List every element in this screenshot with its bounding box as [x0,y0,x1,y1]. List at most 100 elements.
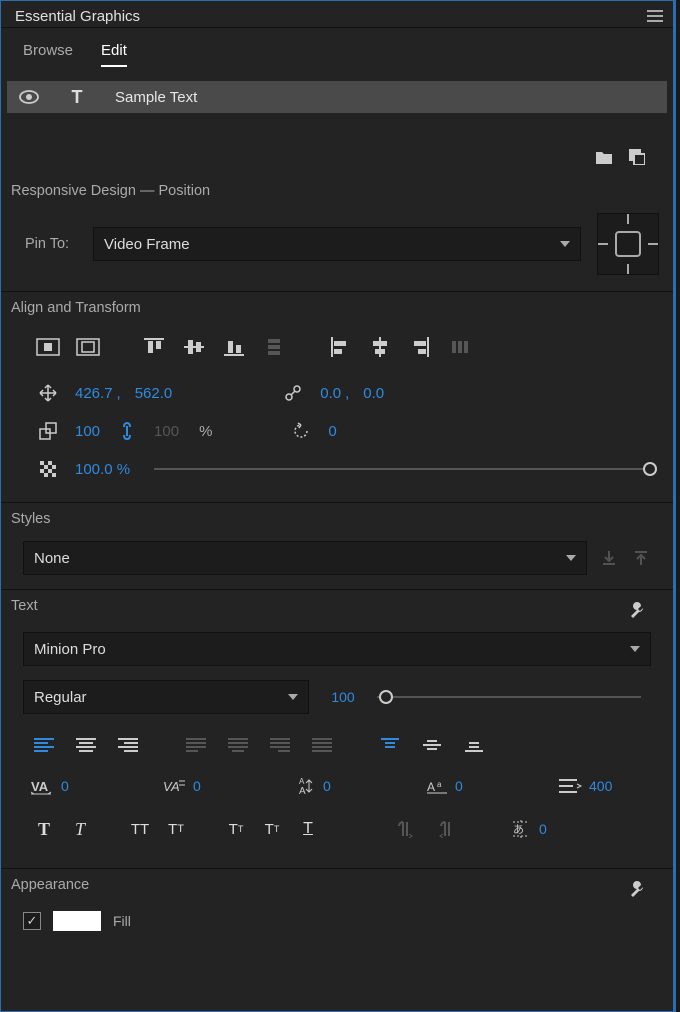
position-y[interactable]: 562.0 [135,385,173,402]
wrench-icon[interactable] [627,600,647,620]
link-icon[interactable] [114,418,140,444]
align-left-icon[interactable] [327,334,353,360]
allcaps-icon[interactable]: TT [127,816,153,842]
tsume2-value[interactable]: 0 [539,821,547,837]
tsume-icon[interactable] [559,778,583,794]
leading-icon[interactable]: AA [295,776,317,796]
style-push-up-icon[interactable] [633,549,651,567]
baseline-icon[interactable]: Aa [427,777,449,795]
kerning-icon[interactable]: VA [31,777,55,795]
position-row: 426.7, 562.0 0.0, 0.0 [1,374,673,412]
vtext-align-top-icon[interactable] [377,732,403,758]
anchor-y[interactable]: 0.0 [363,385,384,402]
svg-text:T: T [72,87,83,107]
styles-dropdown[interactable]: None [23,541,587,575]
opacity-icon[interactable] [35,456,61,482]
underline-icon[interactable]: T [295,816,321,842]
tracking-icon[interactable]: VA [163,777,187,795]
pin-widget[interactable] [597,213,659,275]
fill-checkbox[interactable] [23,912,41,930]
font-size-slider[interactable] [377,696,641,698]
text-section: Text Minion Pro Regular 100 [1,589,673,868]
tab-edit[interactable]: Edit [101,42,127,67]
smallcaps-icon[interactable]: TT [163,816,189,842]
justify-left-icon[interactable] [183,732,209,758]
font-size-value[interactable]: 100 [331,689,354,705]
scale-percent: % [199,423,212,440]
rotation-icon[interactable] [288,418,314,444]
new-folder-icon[interactable] [595,149,613,165]
svg-text:A: A [427,780,435,794]
wrench-icon[interactable] [627,879,647,899]
distribute-v-icon[interactable] [261,334,287,360]
fill-label: Fill [113,913,131,929]
pin-to-value: Video Frame [104,236,190,253]
panel-header: Essential Graphics [1,1,673,28]
align-hcenter-icon[interactable] [367,334,393,360]
scale-value[interactable]: 100 [75,423,100,440]
italic-icon[interactable]: T [67,816,93,842]
chevron-down-icon [288,694,298,700]
leading-value[interactable]: 0 [323,778,331,794]
position-x[interactable]: 426.7 [75,385,113,402]
justify-center-icon[interactable] [225,732,251,758]
font-weight-value: Regular [34,689,87,706]
scale-icon[interactable] [35,418,61,444]
text-align-right-icon[interactable] [115,732,141,758]
baseline-value[interactable]: 0 [455,778,463,794]
anchor-icon[interactable] [280,380,306,406]
tab-browse[interactable]: Browse [23,42,73,67]
distribute-h-icon[interactable] [447,334,473,360]
align-selection-icon[interactable] [35,334,61,360]
align-vcenter-icon[interactable] [181,334,207,360]
tsume-value[interactable]: 400 [589,778,612,794]
align-parent-icon[interactable] [75,334,101,360]
tracking-value[interactable]: 0 [193,778,201,794]
text-style-row: T T TT TT TT TT T あ0 [1,808,673,854]
subscript-icon[interactable]: TT [259,816,285,842]
svg-text:A: A [299,777,305,786]
anchor-x[interactable]: 0.0 [320,385,341,402]
align-top-icon[interactable] [141,334,167,360]
text-align-center-icon[interactable] [73,732,99,758]
vtext-align-mid-icon[interactable] [419,732,445,758]
svg-text:VA: VA [163,779,180,794]
font-weight-dropdown[interactable]: Regular [23,680,309,714]
styles-section: Styles None [1,502,673,589]
justify-all-icon[interactable] [309,732,335,758]
bold-icon[interactable]: T [31,816,57,842]
justify-right-icon[interactable] [267,732,293,758]
chevron-down-icon [630,646,640,652]
pin-to-dropdown[interactable]: Video Frame [93,227,581,261]
align-right-icon[interactable] [407,334,433,360]
layer-toolbar [1,113,673,175]
opacity-slider[interactable] [154,468,651,470]
panel-menu-icon[interactable] [647,7,663,25]
style-push-down-icon[interactable] [601,549,619,567]
rotation-value[interactable]: 0 [328,423,336,440]
styles-value: None [34,550,70,567]
visibility-eye-icon[interactable] [19,90,39,104]
opacity-value[interactable]: 100.0 % [75,461,130,478]
new-layer-icon[interactable] [629,149,645,165]
text-align-left-icon[interactable] [31,732,57,758]
font-value: Minion Pro [34,641,106,658]
scale-linked: 100 [154,423,179,440]
tsume2-icon[interactable]: あ [511,820,533,838]
svg-text:A: A [299,786,306,796]
position-icon[interactable] [35,380,61,406]
kerning-value[interactable]: 0 [61,778,69,794]
layer-row[interactable]: T Sample Text [7,81,667,113]
align-bottom-icon[interactable] [221,334,247,360]
align-title: Align and Transform [1,292,673,330]
appearance-section: Appearance Fill [1,868,673,945]
vtext-align-bot-icon[interactable] [461,732,487,758]
pin-to-label: Pin To: [25,236,81,252]
ltr-icon[interactable] [391,816,417,842]
superscript-icon[interactable]: TT [223,816,249,842]
text-align-row [1,724,673,770]
fill-color-swatch[interactable] [53,911,101,931]
font-dropdown[interactable]: Minion Pro [23,632,651,666]
rtl-icon[interactable] [433,816,459,842]
layer-name: Sample Text [115,89,197,106]
